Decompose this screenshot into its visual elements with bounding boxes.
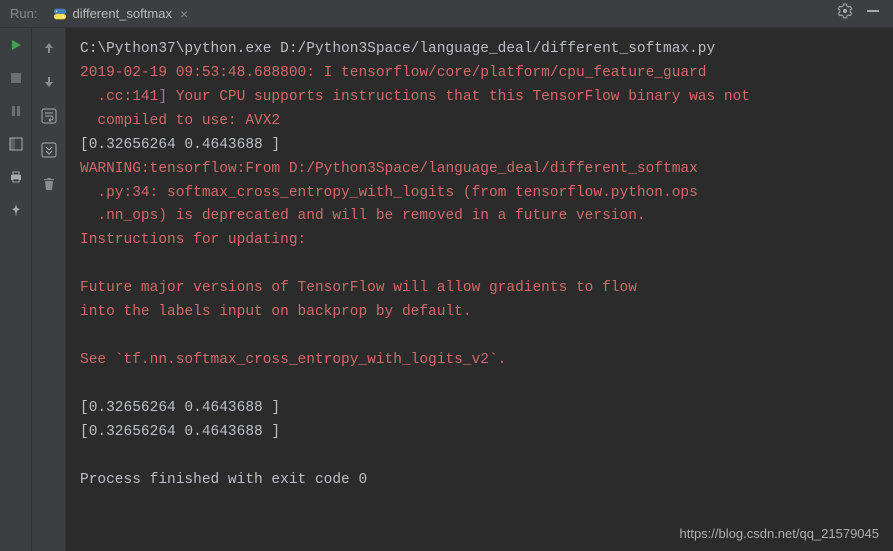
run-panel-header: Run: different_softmax × <box>0 0 893 28</box>
console-line: 2019-02-19 09:53:48.688800: I tensorflow… <box>80 62 879 86</box>
console-line: WARNING:tensorflow:From D:/Python3Space/… <box>80 158 879 182</box>
soft-wrap-icon[interactable] <box>37 104 61 128</box>
run-icon[interactable] <box>9 38 23 57</box>
run-panel-body: C:\Python37\python.exe D:/Python3Space/l… <box>0 28 893 551</box>
console-output[interactable]: C:\Python37\python.exe D:/Python3Space/l… <box>66 28 893 551</box>
console-line <box>80 253 879 277</box>
layout-icon[interactable] <box>9 137 23 156</box>
run-gutter <box>0 28 32 551</box>
minimize-icon[interactable] <box>865 3 881 24</box>
console-toolbar <box>32 28 66 551</box>
run-tab[interactable]: different_softmax × <box>45 0 196 27</box>
print-icon[interactable] <box>9 170 23 189</box>
python-file-icon <box>53 7 67 21</box>
console-line: [0.32656264 0.4643688 ] <box>80 421 879 445</box>
console-line: [0.32656264 0.4643688 ] <box>80 397 879 421</box>
pin-icon[interactable] <box>9 203 23 222</box>
console-line <box>80 325 879 349</box>
console-line: Instructions for updating: <box>80 229 879 253</box>
console-line: [0.32656264 0.4643688 ] <box>80 134 879 158</box>
scroll-to-end-icon[interactable] <box>37 138 61 162</box>
console-line: compiled to use: AVX2 <box>80 110 879 134</box>
console-line <box>80 445 879 469</box>
console-line: .nn_ops) is deprecated and will be remov… <box>80 205 879 229</box>
console-line: into the labels input on backprop by def… <box>80 301 879 325</box>
console-line: Future major versions of TensorFlow will… <box>80 277 879 301</box>
console-line: Process finished with exit code 0 <box>80 469 879 493</box>
close-tab-icon[interactable]: × <box>180 6 188 22</box>
pause-icon[interactable] <box>9 104 23 123</box>
console-line: .py:34: softmax_cross_entropy_with_logit… <box>80 182 879 206</box>
console-line <box>80 373 879 397</box>
down-arrow-icon[interactable] <box>37 70 61 94</box>
console-line: See `tf.nn.softmax_cross_entropy_with_lo… <box>80 349 879 373</box>
trash-icon[interactable] <box>37 172 61 196</box>
stop-icon[interactable] <box>9 71 23 90</box>
watermark-text: https://blog.csdn.net/qq_21579045 <box>680 526 880 541</box>
console-line: C:\Python37\python.exe D:/Python3Space/l… <box>80 38 879 62</box>
run-label: Run: <box>0 6 45 21</box>
tab-title: different_softmax <box>72 6 171 21</box>
gear-icon[interactable] <box>837 3 853 24</box>
console-line: .cc:141] Your CPU supports instructions … <box>80 86 879 110</box>
up-arrow-icon[interactable] <box>37 36 61 60</box>
